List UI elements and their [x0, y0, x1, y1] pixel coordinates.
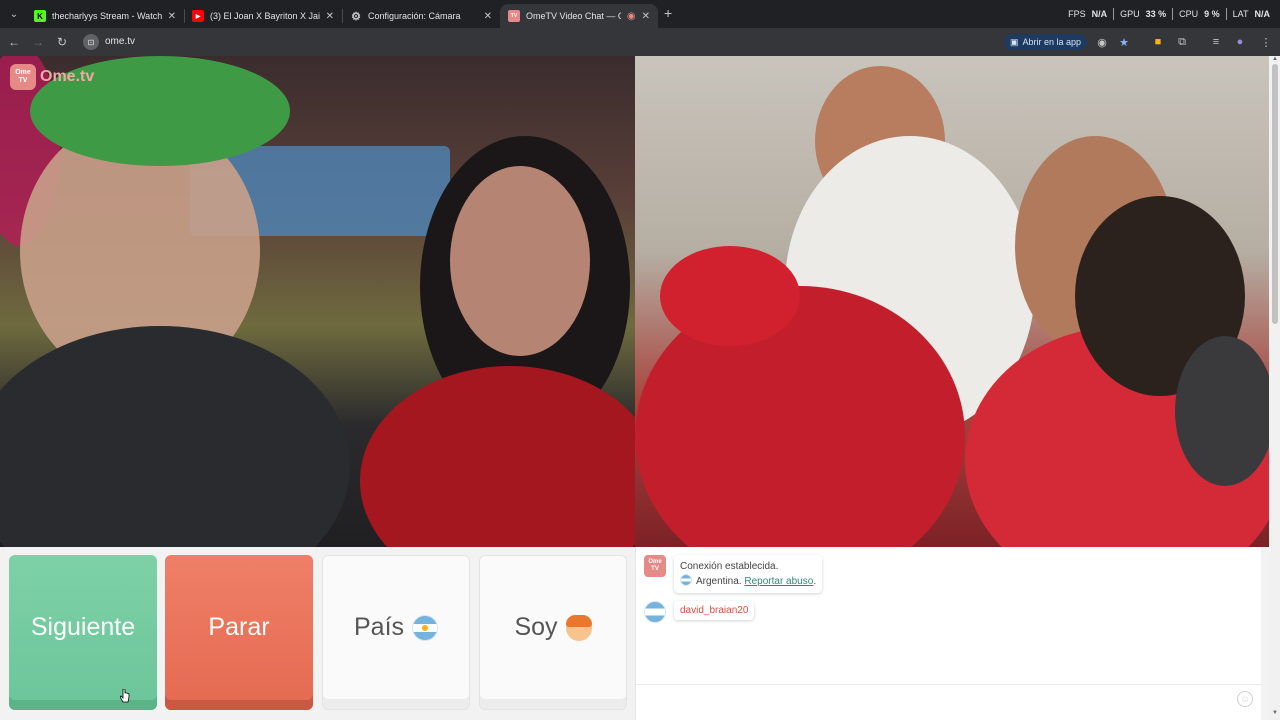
scroll-thumb[interactable]	[1272, 64, 1278, 324]
stranger-info: david_braian20	[644, 601, 755, 623]
gear-icon: ⚙	[351, 10, 361, 23]
divider	[1225, 8, 1227, 20]
recording-icon: ◉	[626, 10, 636, 22]
close-icon[interactable]: ✕	[484, 11, 492, 22]
report-abuse-link[interactable]: Reportar abuso	[744, 576, 813, 587]
menu-kebab-icon[interactable]: ⋮	[1258, 34, 1274, 50]
remote-video	[635, 56, 1269, 547]
ometv-badge: Ome TV	[10, 64, 36, 90]
tab-youtube[interactable]: ▶ (3) El Joan X Bayriton X Jairo Ve ✕	[184, 4, 342, 28]
url-text[interactable]: ome.tv	[105, 36, 135, 47]
ometv-page: Ome TV Ome.tv Siguiente Parar País Soy O…	[0, 56, 1280, 720]
back-icon[interactable]: ←	[6, 34, 22, 50]
browser-toolbar: ← → ↻ ⊡ ome.tv	[0, 28, 1280, 56]
video-region	[0, 326, 350, 547]
kick-icon: K	[34, 10, 46, 22]
tab-camera-settings[interactable]: ⚙ Configuración: Cámara ✕	[342, 4, 500, 28]
new-tab-button[interactable]: +	[664, 5, 672, 21]
mouse-cursor-icon	[120, 689, 130, 703]
tab-ometv[interactable]: TV OmeTV Video Chat — Ome ◉ ✕	[500, 4, 658, 28]
chat-input[interactable]: ☺	[636, 684, 1261, 712]
close-icon[interactable]: ✕	[168, 11, 176, 22]
media-control-icon[interactable]: ≡	[1208, 34, 1224, 50]
system-monitor: FPS N/A GPU 33 % CPU 9 % LAT N/A	[1068, 8, 1270, 20]
app-icon: ▣	[1010, 36, 1019, 47]
forward-icon[interactable]: →	[30, 34, 46, 50]
gender-button[interactable]: Soy	[479, 555, 627, 710]
scroll-up-icon[interactable]: ▲	[1271, 56, 1279, 62]
open-in-app-button[interactable]: ▣ Abrir en la app	[1004, 34, 1088, 50]
emoji-icon[interactable]: ☺	[1237, 691, 1253, 707]
tab-strip: ⌄ K thecharlyys Stream - Watch Live ✕ ▶ …	[0, 0, 1280, 28]
divider	[1172, 8, 1174, 20]
profile-avatar[interactable]: ●	[1232, 34, 1248, 50]
argentina-flag-icon	[680, 574, 692, 586]
system-message: Ome TV Conexión establecida. Argentina. …	[644, 555, 823, 593]
boy-icon	[565, 614, 592, 641]
video-region	[360, 366, 635, 547]
video-region	[450, 166, 590, 356]
system-message-bubble: Conexión establecida. Argentina. Reporta…	[674, 555, 823, 593]
bookmark-star-icon[interactable]: ★	[1116, 34, 1132, 50]
ometv-icon: TV	[508, 10, 520, 22]
next-button[interactable]: Siguiente	[9, 555, 157, 710]
close-icon[interactable]: ✕	[326, 11, 334, 22]
ometv-avatar: Ome TV	[644, 555, 666, 577]
close-icon[interactable]: ✕	[642, 11, 650, 22]
argentina-flag-icon	[412, 614, 439, 641]
divider	[1113, 8, 1115, 20]
extension-icon[interactable]: ■	[1150, 34, 1166, 50]
username-bubble: david_braian20	[674, 601, 755, 620]
stop-button[interactable]: Parar	[165, 555, 313, 710]
tab-kick[interactable]: K thecharlyys Stream - Watch Live ✕	[26, 4, 184, 28]
scroll-down-icon[interactable]: ▼	[1271, 710, 1279, 716]
video-region	[1175, 336, 1269, 486]
eye-icon[interactable]: ◉	[1094, 34, 1110, 50]
ometv-logo: Ome TV Ome.tv	[10, 64, 94, 90]
chat-panel: Ome TV Conexión establecida. Argentina. …	[635, 547, 1261, 720]
argentina-flag-icon	[644, 601, 666, 623]
youtube-icon: ▶	[192, 10, 204, 22]
extensions-puzzle-icon[interactable]: ⧉	[1174, 34, 1190, 50]
page-scrollbar[interactable]: ▲ ▼	[1270, 56, 1280, 720]
tab-search-icon[interactable]: ⌄	[4, 4, 24, 24]
reload-icon[interactable]: ↻	[54, 34, 70, 50]
local-video: Ome TV Ome.tv	[0, 56, 635, 547]
video-region	[660, 246, 800, 346]
address-bar[interactable]: ⊡ ome.tv	[80, 31, 1090, 53]
site-info-icon[interactable]: ⊡	[83, 34, 99, 50]
country-button[interactable]: País	[322, 555, 470, 710]
